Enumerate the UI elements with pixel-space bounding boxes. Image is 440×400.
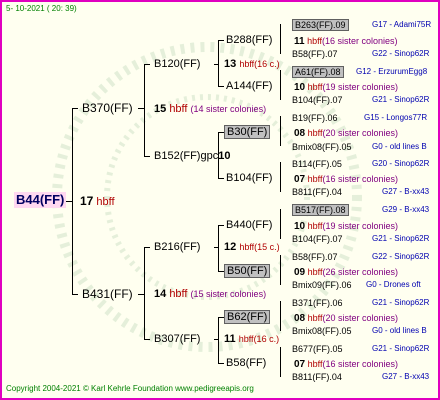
gen4-node[interactable]: B811(FF).04 [292,371,342,383]
gen4-note: G15 - Longos77R [364,113,428,122]
gen3-node[interactable]: A144(FF) [226,80,272,92]
gen4-note: G21 - Sinop62R [372,234,430,243]
gen4-note: G0 - Drones oft [366,280,421,289]
gen-text: hbff [96,196,115,208]
gen4-note: G0 - old lines B [372,326,427,335]
gen4-node[interactable]: B371(FF).06 [292,297,343,309]
gen3-node[interactable]: B58(FF) [226,357,266,369]
gen4-node[interactable]: B58(FF).07 [292,48,338,60]
gen4-node[interactable]: B114(FF).05 [292,158,342,170]
gen3-generation: 08 hbff(20 sister colonies) [294,313,399,324]
gen4-node[interactable]: Bmix08(FF).05 [292,325,352,337]
gen4-node[interactable]: B517(FF).08 [292,204,349,216]
gen4-node[interactable]: B104(FF).07 [292,94,343,106]
gen3-node[interactable]: B104(FF) [226,172,272,184]
root-queen[interactable]: B44(FF) [14,192,67,208]
gen3-node[interactable]: B440(FF) [226,219,272,231]
gen3-generation: 07 hbff(16 sister colonies) [294,359,399,370]
gen4-note: G0 - old lines B [372,142,427,151]
gen4-note: G27 - B-xx43 [382,187,430,196]
gen4-note: G29 - B-xx43 [382,205,430,214]
gen4-note: G20 - Sinop62R [372,159,430,168]
gen4-node[interactable]: B58(FF).07 [292,251,338,263]
pedigree-frame: 5- 10-2021 ( 20: 39) B44(FF) 17 hbff B37… [0,0,440,400]
gen3-node[interactable]: B62(FF) [224,310,271,324]
date-stamp: 5- 10-2021 ( 20: 39) [6,4,77,13]
gen3-node[interactable]: B30(FF) [224,125,271,139]
gen4-note: G17 - Adami75R [372,20,432,29]
gen2-node[interactable]: B216(FF) [154,241,200,253]
gen1-generation: 14 hbff (15 sister colonies) [154,288,267,300]
gen1-generation: 15 hbff (14 sister colonies) [154,103,267,115]
gen4-note: G21 - Sinop62R [372,95,430,104]
gen2-generation: 12 hbff(15 c.) [224,241,280,253]
gen1-node[interactable]: B370(FF) [82,102,133,114]
gen4-note: G12 - ErzurumEgg8 [356,67,428,76]
gen4-node[interactable]: Bmix09(FF).06 [292,279,352,291]
gen-number: 17 [80,194,94,208]
gen4-node[interactable]: A61(FF).08 [292,66,344,78]
gen4-node[interactable]: B677(FF).05 [292,343,343,355]
gen4-note: G22 - Sinop62R [372,252,430,261]
gen4-node[interactable]: B19(FF).06 [292,112,338,124]
gen3-node[interactable]: B50(FF) [224,264,271,278]
gen4-note: G22 - Sinop62R [372,49,430,58]
gen4-note: G21 - Sinop62R [372,298,430,307]
gen4-node[interactable]: B263(FF).09 [292,19,349,31]
root-generation: 17 hbff [80,195,115,208]
gen3-generation: 08 hbff(20 sister colonies) [294,128,399,139]
gen4-node[interactable]: Bmix08(FF).05 [292,141,352,153]
gen3-generation: 10 hbff(19 sister colonies) [294,221,399,232]
copyright-footer[interactable]: Copyright 2004-2021 © Karl Kehrle Founda… [6,384,254,393]
gen4-note: G21 - Sinop62R [372,344,430,353]
gen2-generation: 11 hbff(16 c.) [224,333,280,345]
gen1-node[interactable]: B431(FF) [82,288,133,300]
gen2-node[interactable]: B120(FF) [154,58,200,70]
gen2-generation: 13 hbff(16 c.) [224,58,280,70]
gen3-generation: 07 hbff(16 sister colonies) [294,174,399,185]
gen4-node[interactable]: B104(FF).07 [292,233,343,245]
gen3-generation: 09 hbff(26 sister colonies) [294,267,399,278]
gen3-generation: 10 hbff(19 sister colonies) [294,82,399,93]
gen3-node[interactable]: B288(FF) [226,34,272,46]
gen4-note: G27 - B-xx43 [382,372,430,381]
gen3-generation: 11 hbff(16 sister colonies) [294,36,398,47]
gen2-node[interactable]: B307(FF) [154,333,200,345]
gen4-node[interactable]: B811(FF).04 [292,186,342,198]
